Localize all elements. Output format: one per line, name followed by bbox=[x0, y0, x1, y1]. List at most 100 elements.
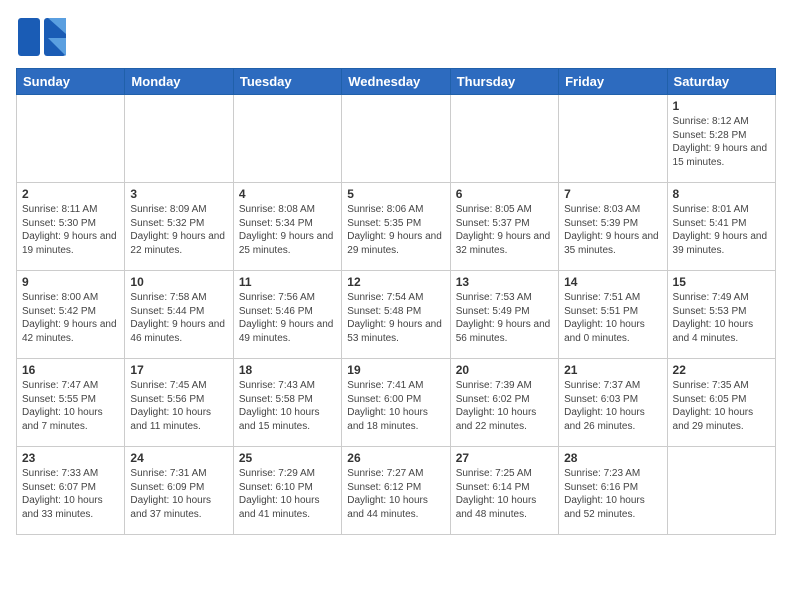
day-number: 15 bbox=[673, 275, 770, 289]
day-number: 19 bbox=[347, 363, 444, 377]
calendar-day-cell bbox=[559, 95, 667, 183]
day-number: 14 bbox=[564, 275, 661, 289]
day-number: 20 bbox=[456, 363, 553, 377]
day-number: 27 bbox=[456, 451, 553, 465]
calendar-day-cell: 1Sunrise: 8:12 AM Sunset: 5:28 PM Daylig… bbox=[667, 95, 775, 183]
day-detail: Sunrise: 7:25 AM Sunset: 6:14 PM Dayligh… bbox=[456, 467, 553, 521]
day-number: 22 bbox=[673, 363, 770, 377]
day-number: 11 bbox=[239, 275, 336, 289]
day-detail: Sunrise: 7:33 AM Sunset: 6:07 PM Dayligh… bbox=[22, 467, 119, 521]
calendar-day-cell: 10Sunrise: 7:58 AM Sunset: 5:44 PM Dayli… bbox=[125, 271, 233, 359]
day-number: 8 bbox=[673, 187, 770, 201]
page-header bbox=[16, 16, 776, 58]
calendar-day-cell: 26 Sunrise: 7:27 AM Sunset: 6:12 PM Dayli… bbox=[342, 447, 450, 535]
calendar-day-cell: 12 Sunrise: 7:54 AM Sunset: 5:48 PM Dayli… bbox=[342, 271, 450, 359]
day-number: 13 bbox=[456, 275, 553, 289]
day-number: 6 bbox=[456, 187, 553, 201]
day-detail: Sunrise: 7:51 AM Sunset: 5:51 PM Dayligh… bbox=[564, 291, 661, 345]
day-number: 7 bbox=[564, 187, 661, 201]
day-of-week-header: Saturday bbox=[667, 69, 775, 95]
calendar-day-cell: 27 Sunrise: 7:25 AM Sunset: 6:14 PM Dayli… bbox=[450, 447, 558, 535]
calendar-day-cell: 23 Sunrise: 7:33 AM Sunset: 6:07 PM Dayli… bbox=[17, 447, 125, 535]
day-number: 23 bbox=[22, 451, 119, 465]
day-detail: Sunrise: 7:43 AM Sunset: 5:58 PM Dayligh… bbox=[239, 379, 336, 433]
calendar-day-cell: 18 Sunrise: 7:43 AM Sunset: 5:58 PM Dayli… bbox=[233, 359, 341, 447]
calendar-day-cell: 5 Sunrise: 8:06 AM Sunset: 5:35 PM Daylig… bbox=[342, 183, 450, 271]
day-number: 17 bbox=[130, 363, 227, 377]
calendar-day-cell: 4 Sunrise: 8:08 AM Sunset: 5:34 PM Daylig… bbox=[233, 183, 341, 271]
calendar-day-cell: 14 Sunrise: 7:51 AM Sunset: 5:51 PM Dayli… bbox=[559, 271, 667, 359]
day-number: 10 bbox=[130, 275, 227, 289]
day-detail: Sunrise: 8:03 AM Sunset: 5:39 PM Dayligh… bbox=[564, 203, 661, 257]
calendar-day-cell: 8 Sunrise: 8:01 AM Sunset: 5:41 PM Daylig… bbox=[667, 183, 775, 271]
calendar-week-row: 23 Sunrise: 7:33 AM Sunset: 6:07 PM Dayli… bbox=[17, 447, 776, 535]
day-of-week-header: Monday bbox=[125, 69, 233, 95]
day-of-week-header: Thursday bbox=[450, 69, 558, 95]
day-detail: Sunrise: 7:47 AM Sunset: 5:55 PM Dayligh… bbox=[22, 379, 119, 433]
day-detail: Sunrise: 8:06 AM Sunset: 5:35 PM Dayligh… bbox=[347, 203, 444, 257]
day-number: 26 bbox=[347, 451, 444, 465]
day-detail: Sunrise: 7:45 AM Sunset: 5:56 PM Dayligh… bbox=[130, 379, 227, 433]
day-detail: Sunrise: 8:11 AM Sunset: 5:30 PM Dayligh… bbox=[22, 203, 119, 257]
calendar-day-cell: 3Sunrise: 8:09 AM Sunset: 5:32 PM Daylig… bbox=[125, 183, 233, 271]
calendar-day-cell: 20 Sunrise: 7:39 AM Sunset: 6:02 PM Dayli… bbox=[450, 359, 558, 447]
day-number: 4 bbox=[239, 187, 336, 201]
calendar-day-cell: 19 Sunrise: 7:41 AM Sunset: 6:00 PM Dayli… bbox=[342, 359, 450, 447]
day-number: 5 bbox=[347, 187, 444, 201]
calendar-header-row: SundayMondayTuesdayWednesdayThursdayFrid… bbox=[17, 69, 776, 95]
calendar-week-row: 2 Sunrise: 8:11 AM Sunset: 5:30 PM Daylig… bbox=[17, 183, 776, 271]
calendar-day-cell bbox=[17, 95, 125, 183]
day-of-week-header: Sunday bbox=[17, 69, 125, 95]
day-number: 16 bbox=[22, 363, 119, 377]
day-detail: Sunrise: 7:41 AM Sunset: 6:00 PM Dayligh… bbox=[347, 379, 444, 433]
logo bbox=[16, 16, 70, 58]
day-number: 24 bbox=[130, 451, 227, 465]
day-number: 18 bbox=[239, 363, 336, 377]
day-detail: Sunrise: 8:08 AM Sunset: 5:34 PM Dayligh… bbox=[239, 203, 336, 257]
day-detail: Sunrise: 7:54 AM Sunset: 5:48 PM Dayligh… bbox=[347, 291, 444, 345]
day-detail: Sunrise: 7:39 AM Sunset: 6:02 PM Dayligh… bbox=[456, 379, 553, 433]
calendar-day-cell bbox=[342, 95, 450, 183]
day-number: 21 bbox=[564, 363, 661, 377]
calendar-day-cell: 13 Sunrise: 7:53 AM Sunset: 5:49 PM Dayli… bbox=[450, 271, 558, 359]
day-number: 25 bbox=[239, 451, 336, 465]
calendar-day-cell: 15 Sunrise: 7:49 AM Sunset: 5:53 PM Dayli… bbox=[667, 271, 775, 359]
calendar-week-row: 9Sunrise: 8:00 AM Sunset: 5:42 PM Daylig… bbox=[17, 271, 776, 359]
day-detail: Sunrise: 7:23 AM Sunset: 6:16 PM Dayligh… bbox=[564, 467, 661, 521]
day-detail: Sunrise: 7:49 AM Sunset: 5:53 PM Dayligh… bbox=[673, 291, 770, 345]
calendar-day-cell bbox=[233, 95, 341, 183]
day-detail: Sunrise: 7:27 AM Sunset: 6:12 PM Dayligh… bbox=[347, 467, 444, 521]
day-detail: Sunrise: 7:56 AM Sunset: 5:46 PM Dayligh… bbox=[239, 291, 336, 345]
calendar-day-cell: 17 Sunrise: 7:45 AM Sunset: 5:56 PM Dayli… bbox=[125, 359, 233, 447]
day-number: 1 bbox=[673, 99, 770, 113]
calendar-table: SundayMondayTuesdayWednesdayThursdayFrid… bbox=[16, 68, 776, 535]
day-of-week-header: Friday bbox=[559, 69, 667, 95]
day-of-week-header: Tuesday bbox=[233, 69, 341, 95]
calendar-week-row: 1Sunrise: 8:12 AM Sunset: 5:28 PM Daylig… bbox=[17, 95, 776, 183]
day-detail: Sunrise: 7:29 AM Sunset: 6:10 PM Dayligh… bbox=[239, 467, 336, 521]
day-number: 12 bbox=[347, 275, 444, 289]
calendar-day-cell: 6 Sunrise: 8:05 AM Sunset: 5:37 PM Daylig… bbox=[450, 183, 558, 271]
day-detail: Sunrise: 8:00 AM Sunset: 5:42 PM Dayligh… bbox=[22, 291, 119, 345]
day-number: 28 bbox=[564, 451, 661, 465]
calendar-day-cell: 22 Sunrise: 7:35 AM Sunset: 6:05 PM Dayli… bbox=[667, 359, 775, 447]
calendar-day-cell: 25 Sunrise: 7:29 AM Sunset: 6:10 PM Dayli… bbox=[233, 447, 341, 535]
calendar-day-cell: 24 Sunrise: 7:31 AM Sunset: 6:09 PM Dayli… bbox=[125, 447, 233, 535]
day-detail: Sunrise: 8:01 AM Sunset: 5:41 PM Dayligh… bbox=[673, 203, 770, 257]
day-detail: Sunrise: 7:53 AM Sunset: 5:49 PM Dayligh… bbox=[456, 291, 553, 345]
calendar-day-cell: 16 Sunrise: 7:47 AM Sunset: 5:55 PM Dayli… bbox=[17, 359, 125, 447]
calendar-day-cell: 2 Sunrise: 8:11 AM Sunset: 5:30 PM Daylig… bbox=[17, 183, 125, 271]
day-detail: Sunrise: 8:05 AM Sunset: 5:37 PM Dayligh… bbox=[456, 203, 553, 257]
calendar-day-cell: 11 Sunrise: 7:56 AM Sunset: 5:46 PM Dayli… bbox=[233, 271, 341, 359]
day-detail: Sunrise: 8:09 AM Sunset: 5:32 PM Dayligh… bbox=[130, 203, 227, 257]
calendar-day-cell: 9Sunrise: 8:00 AM Sunset: 5:42 PM Daylig… bbox=[17, 271, 125, 359]
day-detail: Sunrise: 7:35 AM Sunset: 6:05 PM Dayligh… bbox=[673, 379, 770, 433]
calendar-week-row: 16 Sunrise: 7:47 AM Sunset: 5:55 PM Dayli… bbox=[17, 359, 776, 447]
day-number: 2 bbox=[22, 187, 119, 201]
day-detail: Sunrise: 7:31 AM Sunset: 6:09 PM Dayligh… bbox=[130, 467, 227, 521]
calendar-day-cell bbox=[125, 95, 233, 183]
calendar-day-cell bbox=[667, 447, 775, 535]
logo-icon bbox=[16, 16, 68, 58]
day-detail: Sunrise: 7:37 AM Sunset: 6:03 PM Dayligh… bbox=[564, 379, 661, 433]
calendar-day-cell: 28 Sunrise: 7:23 AM Sunset: 6:16 PM Dayli… bbox=[559, 447, 667, 535]
